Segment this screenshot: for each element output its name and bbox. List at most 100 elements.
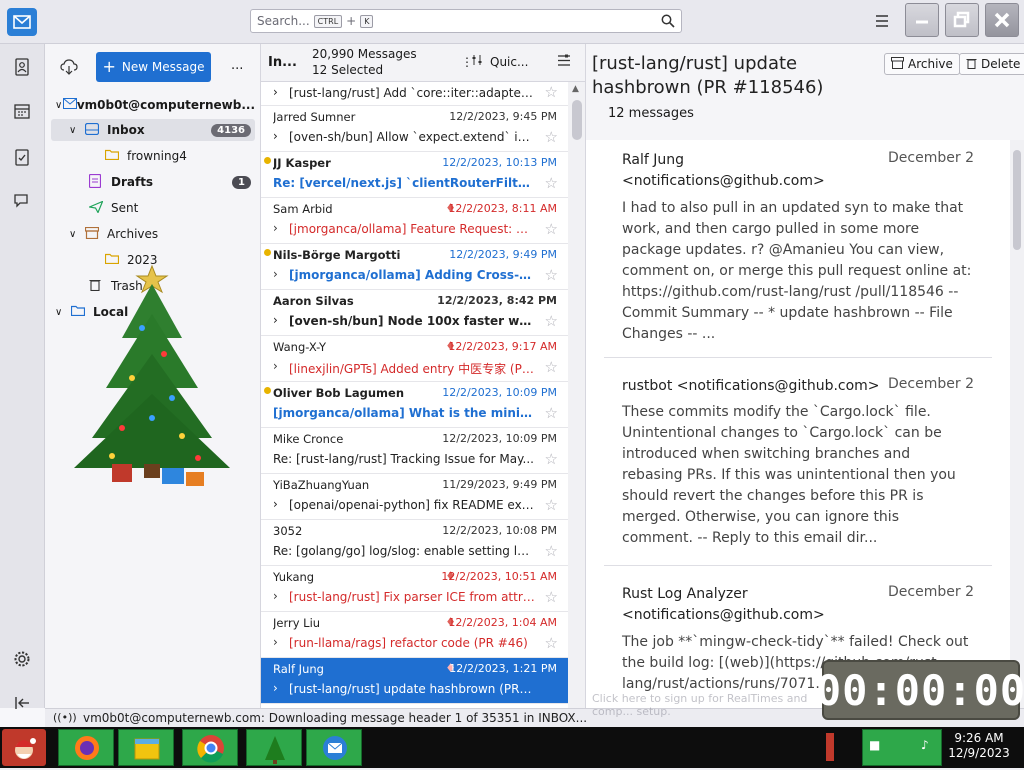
message-row[interactable]: 3052 12/2/2023, 10:08 PM Re: [golang/go]…	[261, 520, 568, 566]
star-icon[interactable]: ☆	[545, 176, 558, 191]
archive-button[interactable]: Archive	[884, 53, 960, 75]
chevron-right-icon[interactable]: ›	[273, 589, 278, 603]
start-button-santa-icon[interactable]	[2, 729, 46, 766]
thread-message[interactable]: Ralf Jung <notifications@github.com> Dec…	[604, 140, 992, 358]
system-tray[interactable]: ■ ♪	[862, 729, 942, 766]
message-row[interactable]: YiBaZhuangYuan 11/29/2023, 9:49 PM › [op…	[261, 474, 568, 520]
scroll-up-arrow-icon[interactable]: ▲	[572, 84, 579, 94]
message-row[interactable]: Aaron Silvas 12/2/2023, 8:42 PM › [oven-…	[261, 290, 568, 336]
quick-filter-button[interactable]: Quic...	[490, 55, 528, 69]
quick-filter-toggle-icon[interactable]	[471, 54, 483, 69]
restore-button[interactable]	[945, 3, 979, 37]
chevron-right-icon[interactable]: ›	[273, 681, 278, 695]
volume-icon[interactable]: ♪	[921, 738, 929, 752]
more-options-button[interactable]: ...	[231, 58, 243, 73]
chevron-right-icon[interactable]: ›	[273, 313, 278, 327]
get-messages-icon[interactable]	[60, 58, 78, 79]
message-date: December 2	[888, 150, 974, 166]
star-icon[interactable]: ☆	[545, 452, 558, 467]
folder-inbox[interactable]: ∨ Inbox 4136	[51, 119, 255, 141]
thread-messages: Ralf Jung <notifications@github.com> Dec…	[586, 140, 1010, 708]
star-icon[interactable]: ☆	[545, 360, 558, 375]
message-list-scrollbar[interactable]: ▲	[568, 82, 585, 708]
message-row[interactable]: JJ Kasper 12/2/2023, 10:13 PM Re: [verce…	[261, 152, 568, 198]
chevron-right-icon[interactable]: ›	[273, 635, 278, 649]
chevron-right-icon[interactable]: ›	[273, 359, 278, 373]
thunderbird-taskbar-icon[interactable]	[306, 729, 362, 766]
collapse-spaces-icon[interactable]	[11, 692, 33, 714]
account-row[interactable]: ∨ vm0b0t@computernewb...	[51, 94, 255, 116]
message-date: 12/2/2023, 8:42 PM	[437, 294, 557, 307]
message-subject: [rust-lang/rust] update hashbrown (PR #1…	[289, 682, 535, 696]
star-icon[interactable]: ☆	[545, 222, 558, 237]
message-date: 11/29/2023, 9:49 PM	[442, 478, 557, 491]
message-sender: Jarred Sumner	[273, 110, 356, 124]
search-box[interactable]: Search... CTRL + K	[250, 9, 682, 33]
file-explorer-taskbar-icon[interactable]	[118, 729, 174, 766]
star-icon[interactable]: ☆	[545, 498, 558, 513]
star-icon[interactable]: ☆	[545, 314, 558, 329]
list-display-options-icon[interactable]	[557, 54, 571, 70]
folder-drafts[interactable]: Drafts 1	[51, 171, 255, 193]
star-icon[interactable]: ☆	[545, 590, 558, 605]
app-menu-icon[interactable]	[872, 12, 892, 30]
folder-frowning4[interactable]: frowning4	[51, 145, 255, 167]
settings-gear-icon[interactable]	[11, 648, 33, 670]
star-icon[interactable]: ☆	[545, 130, 558, 145]
online-status-icon[interactable]: ((•))	[53, 711, 77, 724]
chevron-right-icon[interactable]: ›	[273, 267, 278, 281]
folder-sent[interactable]: Sent	[51, 197, 255, 219]
message-row[interactable]: Yukang ♦ 12/2/2023, 10:51 AM › [rust-lan…	[261, 566, 568, 612]
star-icon[interactable]: ☆	[545, 85, 558, 100]
mail-app-icon[interactable]	[7, 8, 37, 36]
reading-pane-scrollbar[interactable]	[1010, 140, 1024, 708]
message-date: 12/2/2023, 1:21 PM	[449, 662, 557, 675]
message-row[interactable]: Jerry Liu ♦ 12/2/2023, 1:04 AM › [run-ll…	[261, 612, 568, 658]
chevron-right-icon[interactable]: ›	[273, 129, 278, 143]
message-row[interactable]: Jarred Sumner 12/2/2023, 9:45 PM › [oven…	[261, 106, 568, 152]
scrollbar-thumb[interactable]	[572, 100, 582, 140]
minimize-button[interactable]	[905, 3, 939, 37]
message-subject: Re: [golang/go] log/slog: enable setting…	[273, 544, 535, 558]
message-row[interactable]: Oliver Bob Lagumen 12/2/2023, 10:09 PM […	[261, 382, 568, 428]
star-icon[interactable]: ☆	[545, 268, 558, 283]
star-icon[interactable]: ☆	[545, 406, 558, 421]
close-button[interactable]	[985, 3, 1019, 37]
chevron-right-icon[interactable]: ›	[273, 221, 278, 235]
delete-button[interactable]: Delete	[959, 53, 1024, 75]
thread-message[interactable]: rustbot <notifications@github.com> Decem…	[604, 366, 992, 566]
countdown-timer-widget[interactable]: 00:00:00	[816, 660, 1024, 720]
message-row-selected[interactable]: Ralf Jung ♦ 12/2/2023, 1:21 PM › [rust-l…	[261, 658, 568, 704]
chevron-down-icon[interactable]: ∨	[69, 125, 85, 136]
message-row[interactable]: Mike Cronce 12/2/2023, 10:09 PM Re: [rus…	[261, 428, 568, 474]
new-message-button[interactable]: + New Message	[96, 52, 211, 82]
star-icon[interactable]: ☆	[545, 544, 558, 559]
message-subject: [run-llama/rags] refactor code (PR #46)	[289, 636, 528, 650]
drafts-count-badge: 1	[232, 175, 251, 189]
tray-icon[interactable]	[826, 733, 834, 761]
chrome-taskbar-icon[interactable]	[182, 729, 238, 766]
tree-app-taskbar-icon[interactable]	[246, 729, 302, 766]
chevron-right-icon[interactable]: ›	[273, 497, 278, 511]
network-icon[interactable]: ■	[869, 738, 880, 752]
scrollbar-thumb[interactable]	[1013, 150, 1021, 250]
message-row[interactable]: Sam Arbid ♦ 12/2/2023, 8:11 AM › [jmorga…	[261, 198, 568, 244]
chat-icon[interactable]	[11, 190, 33, 212]
address-book-icon[interactable]	[11, 56, 33, 78]
firefox-taskbar-icon[interactable]	[58, 729, 114, 766]
chevron-right-icon[interactable]: ›	[273, 85, 278, 99]
chevron-down-icon[interactable]: ∨	[55, 100, 63, 111]
message-author: Ralf Jung <notifications@github.com>	[622, 152, 825, 189]
tasks-icon[interactable]	[11, 146, 33, 168]
realtimes-toast[interactable]: Click here to sign up for RealTimes and …	[560, 666, 830, 718]
reading-pane: [rust-lang/rust] update hashbrown (PR #1…	[586, 44, 1024, 708]
message-row[interactable]: Nils-Börge Margotti 12/2/2023, 9:49 PM ›…	[261, 244, 568, 290]
chevron-down-icon[interactable]: ∨	[69, 229, 85, 240]
taskbar-clock[interactable]: 9:26 AM 12/9/2023	[944, 731, 1014, 761]
message-row[interactable]: › [rust-lang/rust] Add `core::iter::adap…	[261, 82, 568, 106]
message-row[interactable]: Wang-X-Y ♦ 12/2/2023, 9:17 AM › [linexjl…	[261, 336, 568, 382]
calendar-icon[interactable]	[11, 100, 33, 122]
search-icon[interactable]	[661, 14, 675, 31]
folder-archives[interactable]: ∨ Archives	[51, 223, 255, 245]
star-icon[interactable]: ☆	[545, 636, 558, 651]
